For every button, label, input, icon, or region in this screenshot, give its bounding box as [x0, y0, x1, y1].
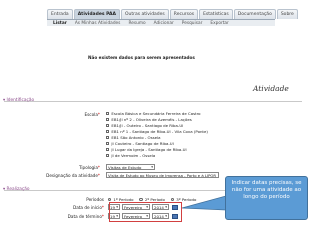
- radio-3-periodo[interactable]: [170, 197, 175, 202]
- required-mark: *: [97, 173, 100, 178]
- designacao-field[interactable]: Visita de Estudo ao Museu de Imprensa - …: [106, 172, 219, 178]
- tab-outras-atividades[interactable]: Outras atividades: [120, 9, 169, 19]
- checkbox[interactable]: [106, 147, 110, 152]
- section-identificacao[interactable]: ▾ Identificação: [3, 98, 34, 103]
- data-termino-label-text: Data de término: [67, 214, 102, 219]
- school-option-label: Escola Básica e Secundária Ferreira de C…: [111, 111, 201, 116]
- tipologia-label: Tipologia*: [70, 165, 100, 170]
- radio-1-periodo[interactable]: [108, 197, 112, 202]
- periodos-label: Períodos: [86, 197, 104, 202]
- designacao-label-text: Designação da atividade: [46, 173, 98, 178]
- checkbox[interactable]: [106, 135, 110, 140]
- school-option-label: EB1 nº 1 - Santiago de Riba-Ul - Vila Co…: [111, 129, 208, 134]
- school-option-label: EB1/JI - Outeiro - Santiago de Riba-Ul: [111, 123, 184, 128]
- school-option[interactable]: EB1 São Antonio - Ossela: [106, 135, 161, 140]
- school-option[interactable]: JI Couteiro - Santiago de Riba-Ul: [106, 141, 174, 146]
- main-tabs: Entrada Atividades PAA Outras atividades…: [47, 9, 298, 19]
- sub-navigation: Listar As Minhas Atividades Resumo Adici…: [47, 19, 275, 26]
- section-identificacao-label: Identificação: [6, 98, 35, 103]
- data-inicio-label: Data de início*: [70, 205, 104, 210]
- escola-label-text: Escola: [84, 112, 98, 117]
- subtab-pesquisar[interactable]: Pesquisar: [182, 21, 203, 26]
- school-option-label: JI de Vermoim - Ossela: [111, 153, 156, 158]
- chevron-down-icon: ▾: [151, 165, 153, 169]
- school-option[interactable]: EB1/JI nº 2 - Oliveira de Azeméis - Laçõ…: [106, 117, 192, 122]
- required-mark: *: [97, 112, 100, 117]
- required-mark: *: [101, 205, 104, 210]
- tipologia-select[interactable]: Visitas de Estudo ▾: [106, 164, 155, 170]
- school-option[interactable]: JI de Vermoim - Ossela: [106, 153, 155, 158]
- checkbox[interactable]: [106, 111, 110, 116]
- subtab-resumo[interactable]: Resumo: [128, 21, 145, 26]
- school-option[interactable]: Escola Básica e Secundária Ferreira de C…: [106, 111, 201, 116]
- tab-documentacao[interactable]: Documentação: [233, 9, 276, 19]
- checkbox[interactable]: [106, 153, 110, 158]
- tab-recursos[interactable]: Recursos: [169, 9, 199, 19]
- subtab-minhas-atividades[interactable]: As Minhas Atividades: [75, 21, 121, 26]
- school-option-label: EB1 São Antonio - Ossela: [111, 135, 161, 140]
- school-option-label: JI Lugar da Igreja - Santiago de Riba-Ul: [111, 147, 187, 152]
- data-inicio-label-text: Data de início: [73, 205, 102, 210]
- radio-2-periodo[interactable]: [139, 197, 143, 202]
- tipologia-label-text: Tipologia: [78, 165, 98, 170]
- tab-estatisticas[interactable]: Estatísticas: [199, 9, 233, 19]
- required-mark: *: [97, 165, 100, 170]
- designacao-label: Designação da atividade*: [40, 173, 100, 178]
- checkbox[interactable]: [106, 129, 110, 134]
- tab-sobre[interactable]: Sobre: [276, 9, 298, 19]
- school-option[interactable]: JI Lugar da Igreja - Santiago de Riba-Ul: [106, 147, 187, 152]
- school-option[interactable]: EB1 nº 1 - Santiago de Riba-Ul - Vila Co…: [106, 129, 208, 134]
- section-realizacao[interactable]: ▾ Realização: [3, 187, 30, 192]
- section-divider: [4, 101, 302, 102]
- checkbox[interactable]: [106, 117, 110, 122]
- tipologia-value: Visitas de Estudo: [108, 165, 142, 170]
- subtab-listar[interactable]: Listar: [53, 21, 67, 26]
- callout-pointer-shape: [181, 195, 227, 211]
- subtab-adicionar[interactable]: Adicionar: [154, 21, 174, 26]
- checkbox[interactable]: [106, 123, 110, 128]
- empty-notice: Não existem dados para serem apresentado…: [88, 55, 195, 60]
- data-termino-label: Data de término*: [66, 214, 104, 219]
- callout-note: Indicar datas precisas, se não for uma a…: [225, 176, 308, 220]
- section-realizacao-label: Realização: [6, 187, 30, 192]
- escola-label: Escola*: [78, 112, 100, 117]
- highlight-box: [109, 202, 182, 222]
- subtab-exportar[interactable]: Exportar: [210, 21, 228, 26]
- school-option[interactable]: EB1/JI - Outeiro - Santiago de Riba-Ul: [106, 123, 183, 128]
- tab-entrada[interactable]: Entrada: [47, 9, 73, 19]
- page-title: Atividade: [253, 84, 289, 93]
- school-option-label: JI Couteiro - Santiago de Riba-Ul: [111, 141, 174, 146]
- checkbox[interactable]: [106, 141, 110, 146]
- required-mark: *: [101, 214, 104, 219]
- callout-pointer: [181, 195, 227, 211]
- tab-atividades-paa[interactable]: Atividades PAA: [73, 9, 120, 19]
- school-option-label: EB1/JI nº 2 - Oliveira de Azeméis - Laçõ…: [111, 117, 192, 122]
